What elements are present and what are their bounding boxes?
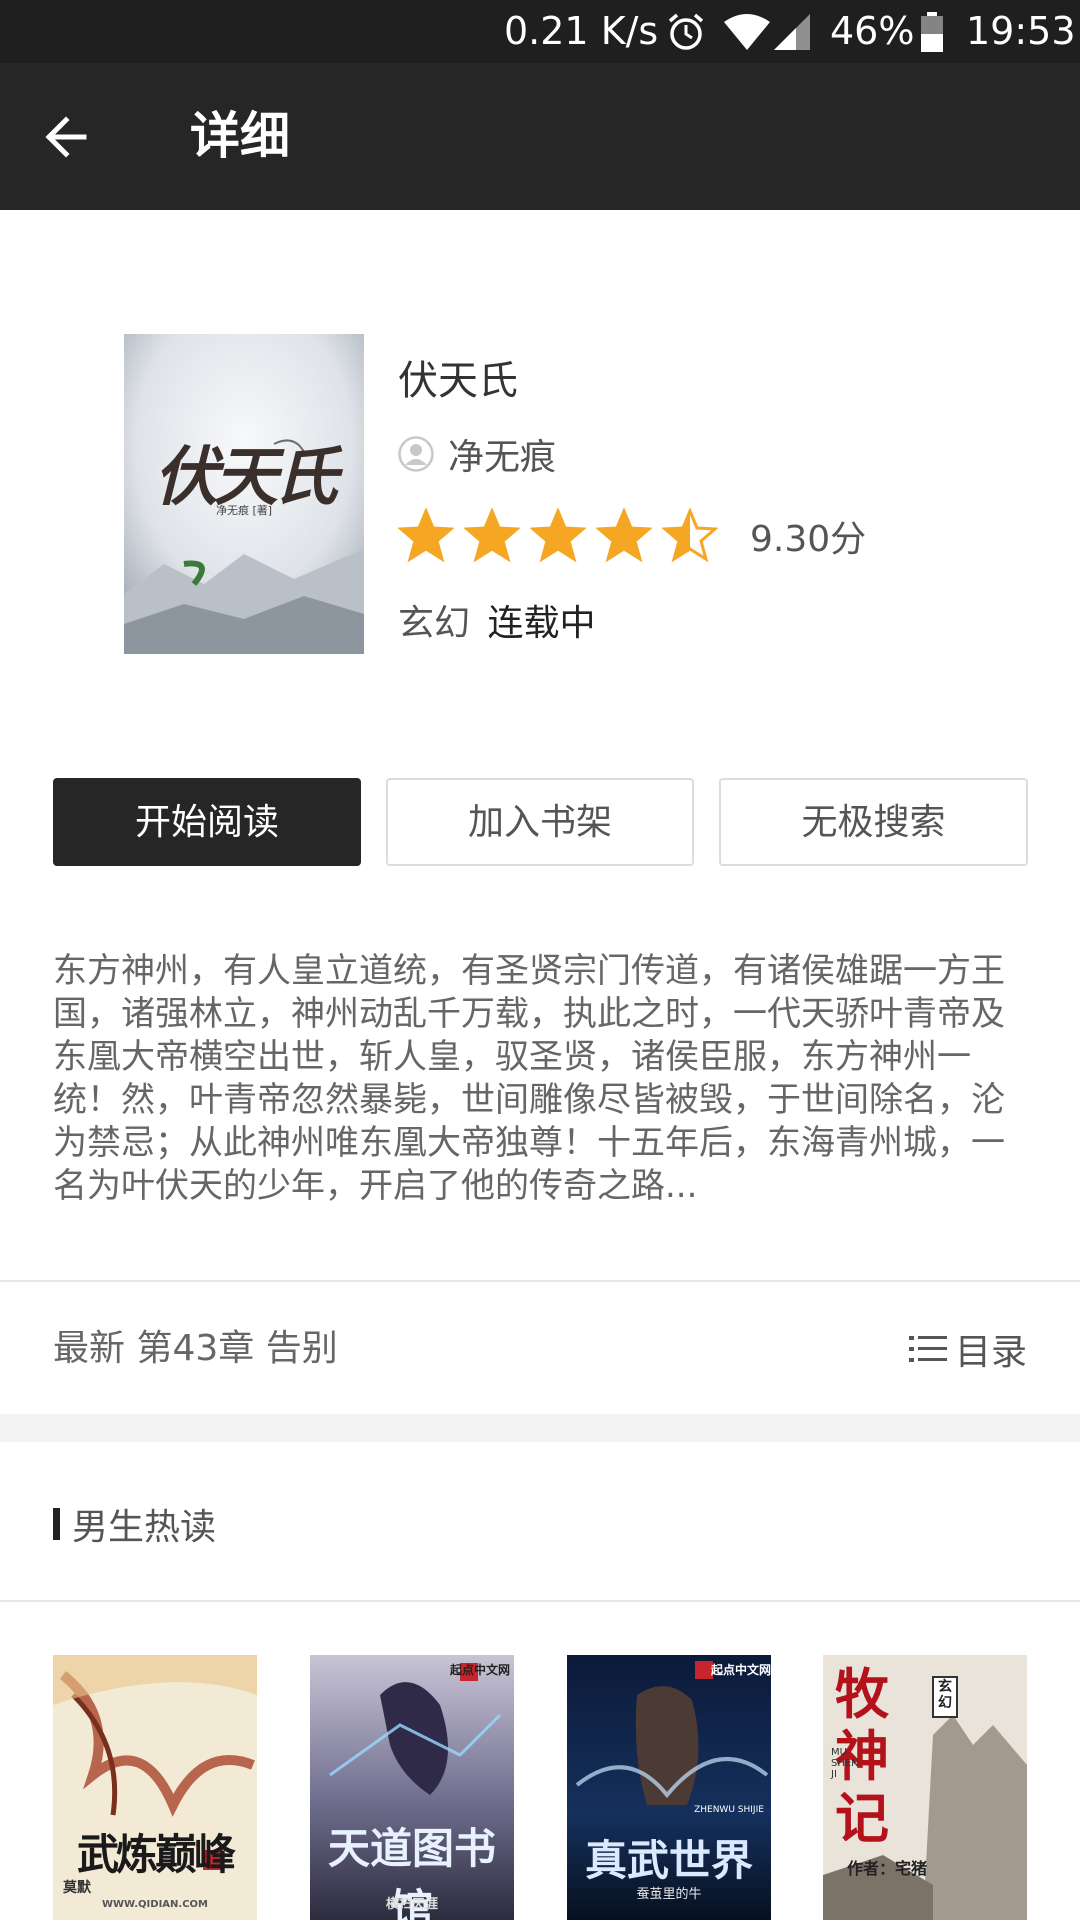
- add-to-shelf-button[interactable]: 加入书架: [386, 778, 694, 866]
- catalog-label: 目录: [954, 1332, 1027, 1373]
- recommended-book-4[interactable]: 牧神记 玄幻 MU SHEN JI 作者：宅猪: [823, 1655, 1027, 1920]
- author-row: 净无痕: [398, 430, 556, 478]
- recommended-book-3-author: 蚕茧里的牛: [636, 1887, 702, 1902]
- genre-tag: 玄幻: [398, 603, 471, 644]
- latest-chapter-row[interactable]: 最新 第43章 告别 目录: [0, 1284, 1080, 1414]
- wifi-icon: [724, 14, 770, 50]
- recommended-book-4-genre: 玄幻: [938, 1679, 952, 1711]
- user-icon: [398, 436, 434, 472]
- rating: 9.30分: [398, 508, 866, 564]
- recommended-book-3[interactable]: 真武世界 ZHENWU SHIJIE 蚕茧里的牛 起点中文网: [567, 1655, 771, 1920]
- recommended-book-1-title: 武炼巅峰: [76, 1830, 236, 1879]
- recommended-book-2[interactable]: 天道图书馆 横扫天涯 起点中文网: [310, 1655, 514, 1920]
- recommended-book-1-url: WWW.QIDIAN.COM: [101, 1899, 208, 1910]
- recommended-book-2-publisher: 起点中文网: [449, 1663, 510, 1677]
- latest-chapter[interactable]: 最新 第43章 告别: [53, 1284, 338, 1414]
- battery-icon: [921, 12, 943, 52]
- battery-percent: 46%: [830, 9, 915, 53]
- book-description: 东方神州，有人皇立道统，有圣贤宗门传道，有诸侯雄踞一方王国，诸强林立，神州动乱千…: [53, 951, 1005, 1206]
- list-icon: [908, 1336, 947, 1362]
- status-bar: 0.21 K/s 46% 19:53: [0, 0, 1080, 63]
- star-full-icon: [596, 508, 652, 563]
- recommended-book-2-author: 横扫天涯: [385, 1897, 438, 1912]
- star-full-icon: [530, 508, 586, 563]
- book-title: 伏天氏: [398, 358, 518, 404]
- recommended-book-3-publisher: 起点中文网: [710, 1663, 771, 1677]
- signal-icon: [774, 14, 810, 50]
- star-full-icon: [464, 508, 520, 563]
- recommended-book-1[interactable]: 武炼巅峰 莫默 WWW.QIDIAN.COM: [53, 1655, 257, 1920]
- section-title: 男生热读: [72, 1507, 217, 1548]
- recommended-book-1-author: 莫默: [63, 1880, 91, 1896]
- recommended-book-3-title: 真武世界: [584, 1836, 753, 1885]
- search-button[interactable]: 无极搜索: [719, 778, 1028, 866]
- catalog-button[interactable]: 目录: [908, 1325, 1027, 1373]
- score: 9.30分: [750, 519, 867, 560]
- section-separator: [0, 1414, 1080, 1442]
- back-arrow-icon[interactable]: [36, 107, 96, 167]
- network-speed: 0.21 K/s: [504, 9, 659, 53]
- star-full-icon: [398, 508, 454, 563]
- section-marker: [53, 1508, 60, 1540]
- author-name[interactable]: 净无痕: [448, 428, 556, 480]
- star-rating: [398, 508, 728, 564]
- recommended-book-4-subtitle: MU SHEN JI: [831, 1747, 859, 1780]
- status-tag: 连载中: [487, 603, 596, 644]
- divider: [0, 1600, 1080, 1602]
- book-meta: 玄幻 连载中: [398, 594, 595, 646]
- book-cover: 伏天氏 净无痕 [著]: [124, 334, 364, 654]
- app-bar: 详细: [0, 63, 1080, 210]
- start-reading-button[interactable]: 开始阅读: [53, 778, 361, 866]
- star-half-icon: [662, 508, 718, 563]
- alarm-icon: [668, 13, 704, 50]
- section-header: 男生热读: [53, 1500, 216, 1548]
- recommended-book-4-author: 作者：宅猪: [847, 1859, 928, 1878]
- page-title: 详细: [190, 107, 290, 165]
- recommended-book-3-subtitle: ZHENWU SHIJIE: [694, 1805, 764, 1815]
- divider: [0, 1280, 1080, 1282]
- cover-author: 净无痕 [著]: [215, 504, 273, 517]
- clock: 19:53: [966, 9, 1076, 53]
